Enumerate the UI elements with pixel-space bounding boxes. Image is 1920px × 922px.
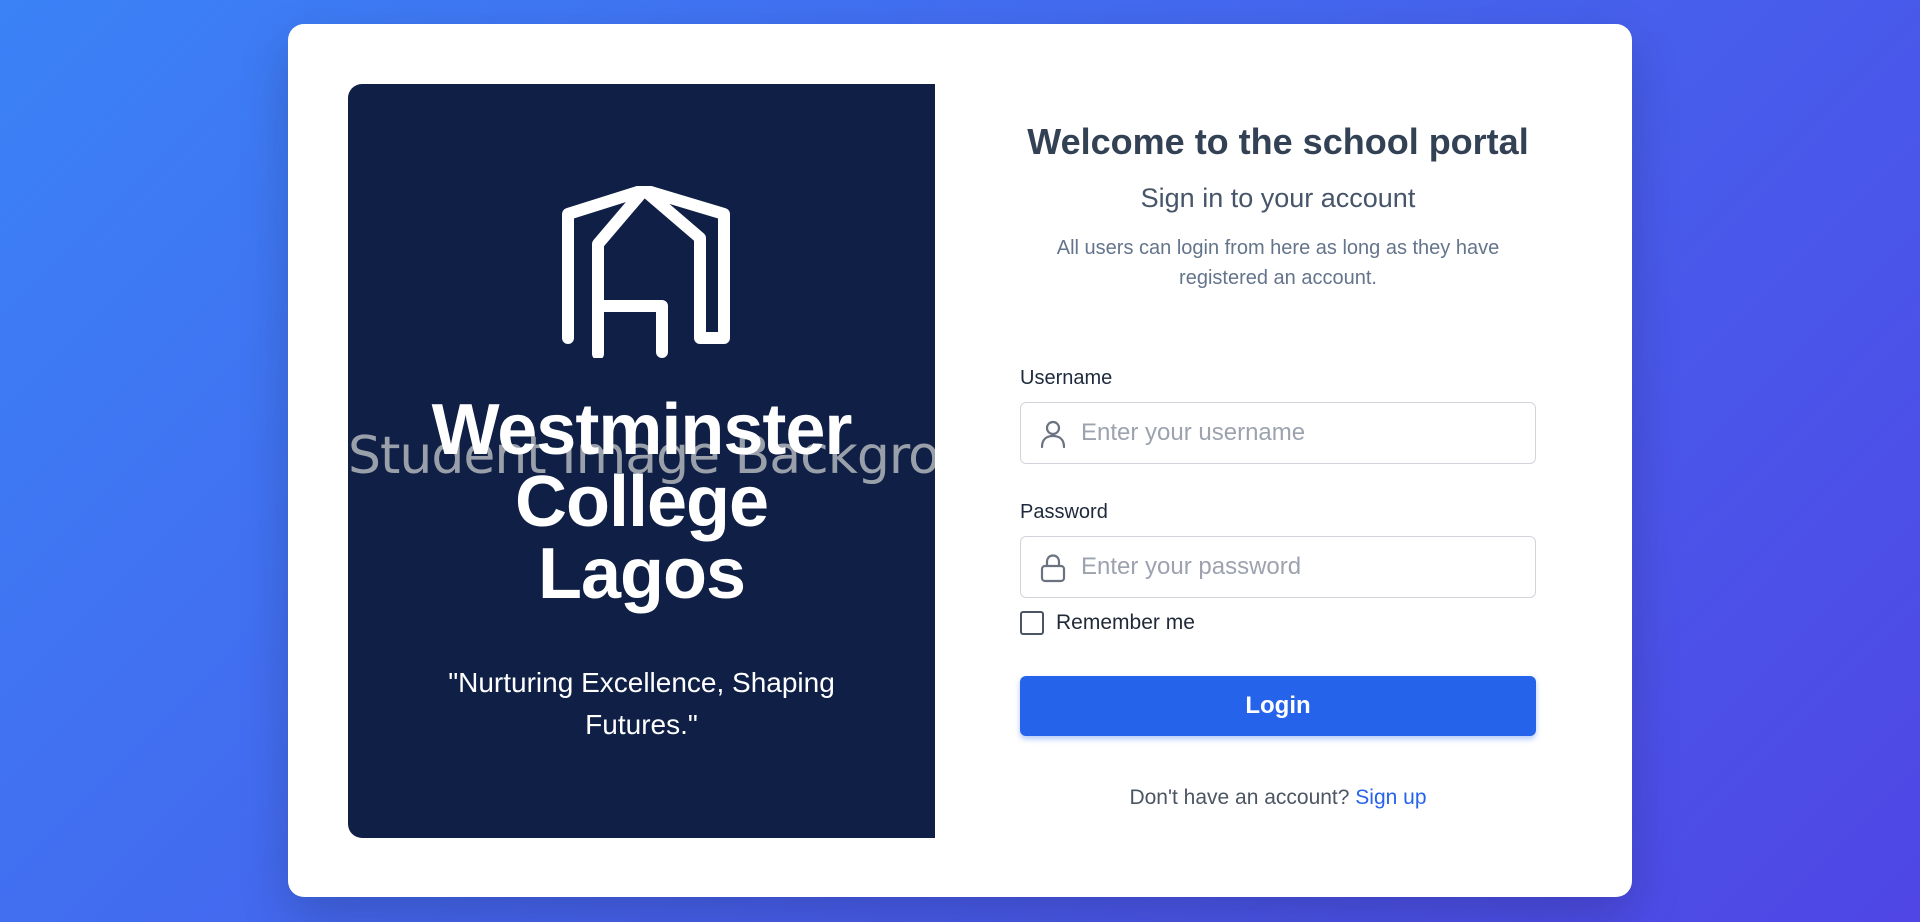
signup-prompt: Don't have an account? Sign up bbox=[1020, 786, 1536, 810]
remember-me-checkbox[interactable] bbox=[1020, 611, 1044, 635]
school-name-line3: Lagos bbox=[537, 534, 746, 614]
school-name-line2: College bbox=[514, 462, 769, 542]
page-description: All users can login from here as long as… bbox=[1056, 237, 1500, 289]
password-field-container bbox=[1020, 536, 1536, 598]
username-input[interactable] bbox=[1081, 403, 1521, 463]
login-button[interactable]: Login bbox=[1020, 676, 1536, 736]
login-form: Welcome to the school portal Sign in to … bbox=[1020, 24, 1536, 897]
username-field-container bbox=[1020, 402, 1536, 464]
remember-me-label[interactable]: Remember me bbox=[1056, 611, 1195, 635]
school-name-line1: Westminster bbox=[431, 390, 853, 470]
school-motto: "Nurturing Excellence, Shaping Futures." bbox=[448, 667, 835, 740]
signup-link[interactable]: Sign up bbox=[1355, 786, 1426, 809]
username-label: Username bbox=[1020, 367, 1113, 389]
user-icon bbox=[1040, 420, 1066, 449]
school-name: Westminster College Lagos bbox=[348, 394, 935, 610]
lock-icon bbox=[1040, 554, 1066, 583]
password-label: Password bbox=[1020, 501, 1108, 523]
remember-me-row: Remember me bbox=[1020, 611, 1195, 635]
page-subtitle: Sign in to your account bbox=[1140, 183, 1416, 213]
password-input[interactable] bbox=[1081, 537, 1521, 597]
login-card: Student Image Background Westminster Col… bbox=[288, 24, 1632, 897]
school-building-icon bbox=[562, 186, 730, 358]
branding-panel: Student Image Background Westminster Col… bbox=[348, 84, 935, 838]
page-title: Welcome to the school portal bbox=[1027, 121, 1529, 162]
signup-prompt-text: Don't have an account? bbox=[1129, 786, 1350, 809]
